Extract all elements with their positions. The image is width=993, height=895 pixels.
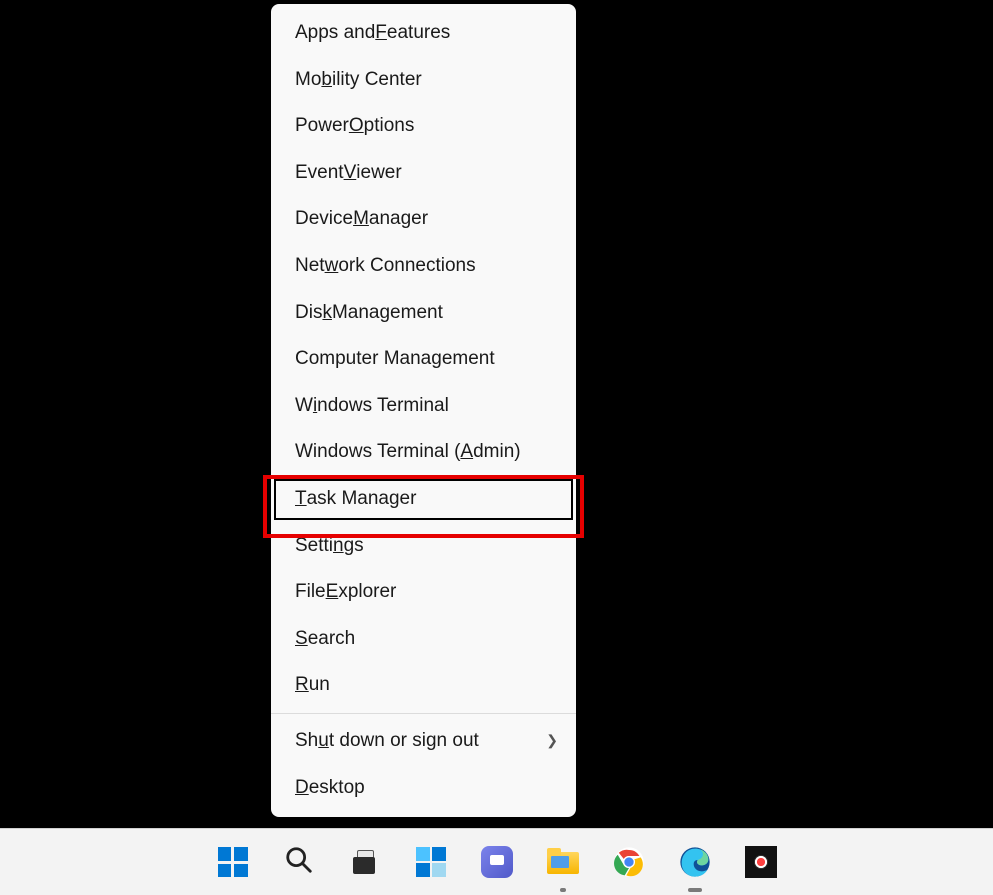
- chat-button[interactable]: [473, 838, 521, 886]
- menu-item-label-pre: Windows Terminal (: [295, 439, 460, 466]
- chevron-right-icon: ❯: [546, 731, 558, 751]
- taskbar: [0, 828, 993, 895]
- menu-item-accelerator: T: [295, 486, 307, 513]
- menu-item-settings[interactable]: Settings: [271, 523, 576, 570]
- menu-item-label-pre: Event: [295, 160, 344, 187]
- menu-item-label-pre: Mo: [295, 67, 321, 94]
- menu-item-label-post: un: [309, 672, 330, 699]
- start-button[interactable]: [209, 838, 257, 886]
- chrome-button[interactable]: [605, 838, 653, 886]
- screen-recorder-button[interactable]: [737, 838, 785, 886]
- menu-item-label-pre: Computer Mana: [295, 346, 431, 373]
- menu-item-label-post: Management: [332, 300, 443, 327]
- widgets-icon: [416, 847, 446, 877]
- menu-item-label-pre: Net: [295, 253, 325, 280]
- file-explorer-icon: [547, 848, 579, 876]
- menu-item-windows-terminal-admin[interactable]: Windows Terminal (Admin): [271, 429, 576, 476]
- search-button[interactable]: [275, 838, 323, 886]
- menu-item-label-post: xplorer: [338, 579, 396, 606]
- menu-item-label-post: iewer: [356, 160, 401, 187]
- menu-item-label-pre: Device: [295, 206, 353, 233]
- menu-item-accelerator: S: [295, 626, 308, 653]
- menu-item-label-pre: Power: [295, 113, 349, 140]
- screen-recorder-icon: [745, 846, 777, 878]
- menu-item-file-explorer[interactable]: File Explorer: [271, 569, 576, 616]
- task-view-icon: [350, 847, 380, 877]
- menu-item-accelerator: E: [326, 579, 339, 606]
- menu-item-accelerator: n: [333, 533, 344, 560]
- menu-item-apps-and-features[interactable]: Apps and Features: [271, 10, 576, 57]
- menu-item-accelerator: b: [321, 67, 332, 94]
- menu-item-label-post: ement: [442, 346, 495, 373]
- menu-item-label-post: ility Center: [332, 67, 422, 94]
- menu-item-search[interactable]: Search: [271, 616, 576, 663]
- menu-item-shut-down-or-sign-out[interactable]: Shut down or sign out ❯: [271, 718, 576, 765]
- menu-item-accelerator: g: [431, 346, 442, 373]
- menu-item-accelerator: w: [325, 253, 339, 280]
- menu-item-label-pre: W: [295, 393, 313, 420]
- menu-item-label-pre: Sh: [295, 728, 318, 755]
- menu-item-label-post: t down or sign out: [329, 728, 479, 755]
- chat-icon: [481, 846, 513, 878]
- menu-item-label-pre: Dis: [295, 300, 322, 327]
- menu-item-power-options[interactable]: Power Options: [271, 103, 576, 150]
- menu-item-device-manager[interactable]: Device Manager: [271, 196, 576, 243]
- menu-item-accelerator: A: [460, 439, 473, 466]
- menu-item-label-post: ndows Terminal: [317, 393, 449, 420]
- menu-item-accelerator: M: [353, 206, 369, 233]
- menu-separator: [271, 713, 576, 714]
- winx-context-menu: Apps and FeaturesMobility CenterPower Op…: [271, 4, 576, 817]
- menu-item-accelerator: V: [344, 160, 357, 187]
- menu-item-network-connections[interactable]: Network Connections: [271, 243, 576, 290]
- menu-item-accelerator: k: [322, 300, 332, 327]
- menu-item-accelerator: O: [349, 113, 364, 140]
- running-indicator: [688, 888, 702, 892]
- menu-item-label-post: ptions: [364, 113, 415, 140]
- edge-button[interactable]: [671, 838, 719, 886]
- menu-item-label-post: esktop: [309, 775, 365, 802]
- menu-item-accelerator: F: [375, 20, 387, 47]
- menu-item-accelerator: D: [295, 775, 309, 802]
- edge-icon: [679, 846, 711, 878]
- search-icon: [284, 845, 314, 880]
- file-explorer-button[interactable]: [539, 838, 587, 886]
- menu-item-disk-management[interactable]: Disk Management: [271, 290, 576, 337]
- menu-item-label-pre: Apps and: [295, 20, 375, 47]
- chrome-icon: [613, 846, 645, 878]
- menu-item-desktop[interactable]: Desktop: [271, 765, 576, 812]
- menu-item-mobility-center[interactable]: Mobility Center: [271, 57, 576, 104]
- windows-logo-icon: [218, 847, 248, 877]
- menu-item-computer-management[interactable]: Computer Management: [271, 336, 576, 383]
- menu-item-label-post: ork Connections: [338, 253, 475, 280]
- menu-item-event-viewer[interactable]: Event Viewer: [271, 150, 576, 197]
- menu-item-accelerator: R: [295, 672, 309, 699]
- menu-item-task-manager[interactable]: Task Manager: [271, 476, 576, 523]
- menu-item-label-post: anager: [369, 206, 428, 233]
- menu-item-label-pre: File: [295, 579, 326, 606]
- menu-item-accelerator: u: [318, 728, 329, 755]
- menu-item-label-post: ask Manager: [307, 486, 417, 513]
- menu-item-windows-terminal[interactable]: Windows Terminal: [271, 383, 576, 430]
- menu-item-label-post: gs: [344, 533, 364, 560]
- task-view-button[interactable]: [341, 838, 389, 886]
- menu-item-label-post: earch: [308, 626, 356, 653]
- menu-item-run[interactable]: Run: [271, 662, 576, 709]
- menu-item-label-post: dmin): [473, 439, 521, 466]
- menu-item-label-post: eatures: [387, 20, 450, 47]
- menu-item-label-pre: Setti: [295, 533, 333, 560]
- widgets-button[interactable]: [407, 838, 455, 886]
- running-indicator: [560, 888, 566, 892]
